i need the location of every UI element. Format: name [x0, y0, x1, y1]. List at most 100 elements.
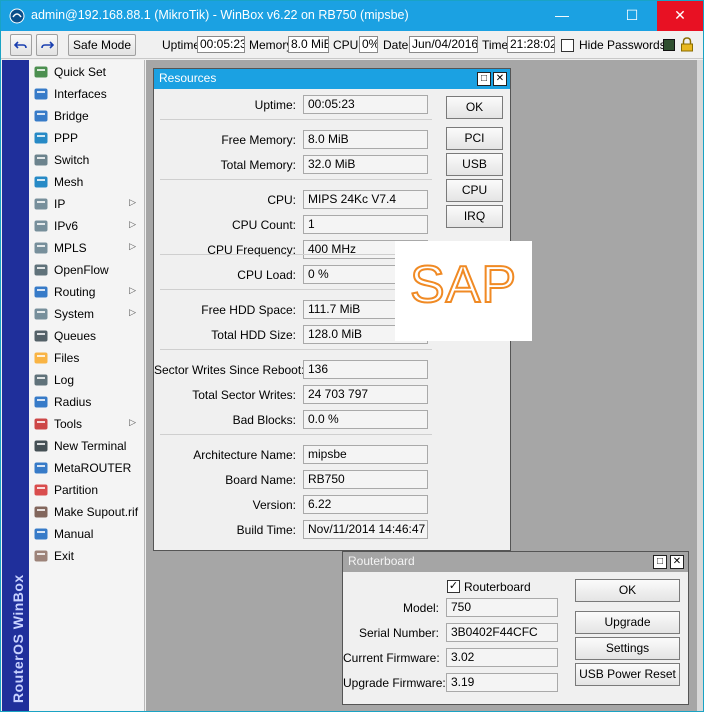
sidebar-item-label: OpenFlow [54, 263, 109, 277]
partition-icon [34, 484, 48, 496]
resources-close-button[interactable]: ✕ [493, 72, 507, 86]
sidebar-item-partition[interactable]: Partition [29, 479, 144, 501]
section-divider [160, 434, 432, 435]
sidebar-menu: Quick Set Interfaces Bridge PPP Switch Mesh IP… [29, 60, 145, 711]
date-value: Jun/04/2016 [409, 36, 478, 53]
routerboard-title: Routerboard [348, 554, 415, 568]
safe-mode-button[interactable]: Safe Mode [68, 34, 136, 56]
openflow-icon [34, 264, 48, 276]
usb-button[interactable]: USB [446, 153, 503, 176]
sidebar-item-make-supout-rif[interactable]: Make Supout.rif [29, 501, 144, 523]
routing-icon [34, 286, 48, 298]
resource-field-label: Total HDD Size: [211, 328, 296, 342]
section-divider [160, 349, 432, 350]
close-button[interactable]: ✕ [657, 1, 703, 31]
hide-passwords-checkbox[interactable] [561, 39, 574, 52]
redo-button[interactable] [36, 34, 58, 56]
window-title: admin@192.168.88.1 (MikroTik) - WinBox v… [31, 8, 409, 22]
bridge-icon [34, 110, 48, 122]
usb-power-reset-button[interactable]: USB Power Reset [575, 663, 680, 686]
sidebar-item-routing[interactable]: Routing ▷ [29, 281, 144, 303]
sidebar-item-queues[interactable]: Queues [29, 325, 144, 347]
sidebar-item-label: Bridge [54, 109, 89, 123]
sidebar-item-label: MPLS [54, 241, 87, 255]
routerboard-ok-button[interactable]: OK [575, 579, 680, 602]
redo-icon [41, 41, 55, 49]
resources-ok-button[interactable]: OK [446, 96, 503, 119]
resource-field-label: Free HDD Space: [201, 303, 296, 317]
sidebar-item-label: Quick Set [54, 65, 107, 79]
routerboard-title-bar[interactable]: Routerboard [343, 552, 688, 572]
minimize-button[interactable]: — [539, 1, 585, 31]
resource-field-value: 136 [303, 360, 428, 379]
sidebar-item-manual[interactable]: Manual [29, 523, 144, 545]
sidebar-item-exit[interactable]: Exit [29, 545, 144, 567]
resource-field-label: Architecture Name: [193, 448, 296, 462]
sidebar-item-tools[interactable]: Tools ▷ [29, 413, 144, 435]
resource-field-label: Free Memory: [221, 133, 296, 147]
sidebar-item-label: Files [54, 351, 80, 365]
sidebar-item-metarouter[interactable]: MetaROUTER [29, 457, 144, 479]
submenu-arrow-icon: ▷ [129, 307, 136, 317]
undo-icon [13, 41, 27, 49]
sidebar-item-switch[interactable]: Switch [29, 149, 144, 171]
sidebar-item-interfaces[interactable]: Interfaces [29, 83, 144, 105]
terminal-icon [34, 440, 48, 452]
sidebar-item-mesh[interactable]: Mesh [29, 171, 144, 193]
routerboard-close-button[interactable]: ✕ [670, 555, 684, 569]
cpu-button[interactable]: CPU [446, 179, 503, 202]
winbox-app-icon [9, 8, 25, 24]
irq-button[interactable]: IRQ [446, 205, 503, 228]
sidebar-item-label: System [54, 307, 95, 321]
mesh-icon [34, 176, 48, 188]
interfaces-icon [34, 88, 48, 100]
submenu-arrow-icon: ▷ [129, 285, 136, 295]
resource-field-value: MIPS 24Kc V7.4 [303, 190, 428, 209]
sidebar-item-quick-set[interactable]: Quick Set [29, 61, 144, 83]
submenu-arrow-icon: ▷ [129, 197, 136, 207]
sidebar-item-label: Manual [54, 527, 94, 541]
sidebar-item-bridge[interactable]: Bridge [29, 105, 144, 127]
pci-button[interactable]: PCI [446, 127, 503, 150]
upgrade-button[interactable]: Upgrade [575, 611, 680, 634]
section-divider [160, 254, 432, 255]
sidebar-item-label: PPP [54, 131, 79, 145]
resource-field-label: Version: [252, 498, 296, 512]
sidebar-item-files[interactable]: Files [29, 347, 144, 369]
sidebar-item-label: MetaROUTER [54, 461, 132, 475]
watermark-logo: SAP [395, 241, 532, 341]
undo-button[interactable] [10, 34, 32, 56]
resource-field-label: CPU: [267, 193, 296, 207]
sidebar-item-ip[interactable]: IP ▷ [29, 193, 144, 215]
section-divider [160, 179, 432, 180]
title-bar[interactable]: admin@192.168.88.1 (MikroTik) - WinBox v… [1, 1, 703, 31]
time-value: 21:28:02 [507, 36, 555, 53]
sidebar-item-label: Interfaces [54, 87, 107, 101]
routerboard-maximize-button[interactable]: □ [653, 555, 667, 569]
sidebar-item-log[interactable]: Log [29, 369, 144, 391]
sidebar-item-openflow[interactable]: OpenFlow [29, 259, 144, 281]
settings-button[interactable]: Settings [575, 637, 680, 660]
sidebar-item-ipv6[interactable]: IPv6 ▷ [29, 215, 144, 237]
resource-field-value: RB750 [303, 470, 428, 489]
resources-title-bar[interactable]: Resources [154, 69, 510, 89]
sidebar-item-ppp[interactable]: PPP [29, 127, 144, 149]
radius-icon [34, 396, 48, 408]
sidebar-item-radius[interactable]: Radius [29, 391, 144, 413]
resource-field-label: CPU Count: [231, 218, 296, 232]
resource-field-label: Total Sector Writes: [192, 388, 296, 402]
sidebar-item-label: Exit [54, 549, 75, 563]
mpls-icon [34, 242, 48, 254]
supout-icon [34, 506, 48, 518]
sidebar-item-system[interactable]: System ▷ [29, 303, 144, 325]
sidebar-item-label: Radius [54, 395, 92, 409]
manual-icon [34, 528, 48, 540]
workspace-scrollbar[interactable] [697, 60, 703, 711]
routerboard-checkbox[interactable]: ✓ [447, 580, 460, 593]
maximize-button[interactable]: ☐ [609, 1, 655, 31]
resources-maximize-button[interactable]: □ [477, 72, 491, 86]
sidebar-item-new-terminal[interactable]: New Terminal [29, 435, 144, 457]
sidebar-item-label: Tools [54, 417, 83, 431]
sidebar-item-mpls[interactable]: MPLS ▷ [29, 237, 144, 259]
resource-field-value: 6.22 [303, 495, 428, 514]
